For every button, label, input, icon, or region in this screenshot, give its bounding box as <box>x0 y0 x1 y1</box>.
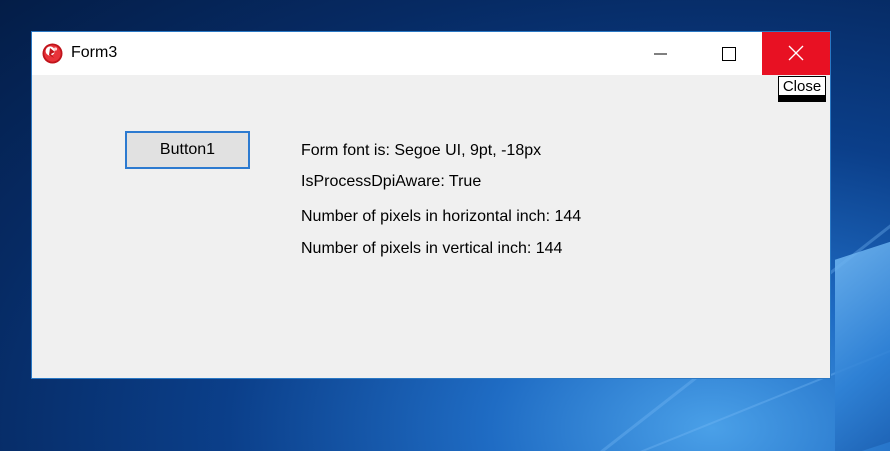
dpi-aware-label: IsProcessDpiAware: True <box>301 173 482 190</box>
minimize-icon <box>654 53 667 55</box>
desktop-background: Form3 Close Button1 Form font is: Segoe <box>0 0 890 451</box>
horizontal-ppi-label: Number of pixels in horizontal inch: 144 <box>301 208 582 225</box>
vertical-ppi-label: Number of pixels in vertical inch: 144 <box>301 240 563 257</box>
close-button[interactable]: Close <box>778 76 826 102</box>
maximize-button[interactable] <box>694 32 762 75</box>
wallpaper-window-pane <box>835 240 890 451</box>
button1[interactable]: Button1 <box>125 131 250 169</box>
minimize-button[interactable] <box>626 32 694 75</box>
form-window: Form3 Close Button1 Form font is: Segoe <box>31 31 831 379</box>
title-bar[interactable]: Form3 <box>32 32 830 75</box>
maximize-icon <box>722 47 736 61</box>
font-info-label: Form font is: Segoe UI, 9pt, -18px <box>301 142 542 159</box>
window-close-button[interactable] <box>762 32 830 75</box>
window-title: Form3 <box>71 44 118 61</box>
delphi-app-icon <box>42 43 63 64</box>
close-icon <box>788 45 804 61</box>
